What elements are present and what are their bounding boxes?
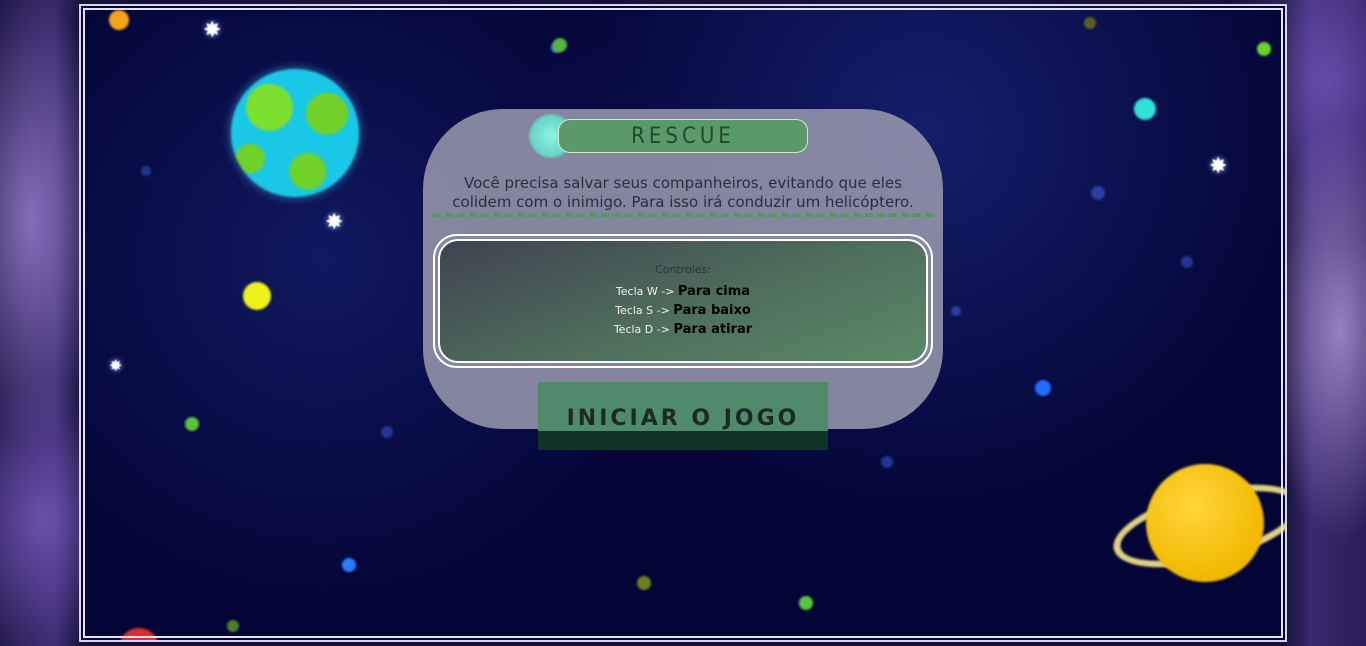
control-key: Tecla D ->: [613, 323, 670, 336]
game-frame: ✸ ✸ ✸ ✸ RESCUE Você precisa salvar seus …: [79, 4, 1287, 642]
star-icon: ✸: [325, 210, 344, 235]
star-dot: [1091, 186, 1105, 200]
controls-panel: Controles: Tecla W -> Para cima Tecla S …: [438, 239, 928, 363]
controls-title: Controles:: [655, 263, 711, 276]
star-dot: [243, 282, 271, 310]
star-icon: ✸: [109, 356, 123, 375]
control-item: Tecla W -> Para cima: [616, 282, 750, 301]
star-dot: [109, 10, 129, 30]
planet-earth-icon: [231, 69, 359, 197]
game-description: Você precisa salvar seus companheiros, e…: [452, 174, 914, 211]
star-dot: [1035, 380, 1051, 396]
star-dot: [1134, 98, 1156, 120]
control-action: Para atirar: [673, 322, 753, 337]
control-key: Tecla S ->: [615, 304, 670, 317]
control-item: Tecla S -> Para baixo: [615, 301, 751, 320]
planet-saturn-icon: [1146, 464, 1264, 582]
control-item: Tecla D -> Para atirar: [614, 320, 752, 339]
planet-red-icon: [119, 628, 159, 640]
star-dot: [227, 620, 239, 632]
title-badge: RESCUE: [558, 119, 808, 153]
star-dot: [381, 426, 393, 438]
start-game-button[interactable]: INICIAR O JOGO: [538, 382, 828, 450]
star-dot: [799, 596, 813, 610]
star-dot: [553, 38, 567, 52]
star-icon: ✸: [203, 18, 222, 43]
start-game-label: INICIAR O JOGO: [566, 405, 800, 431]
star-dot: [1181, 256, 1193, 268]
controls-box: Controles: Tecla W -> Para cima Tecla S …: [433, 234, 933, 368]
star-dot: [881, 456, 893, 468]
star-dot: [1084, 17, 1096, 29]
game-title: RESCUE: [631, 123, 735, 149]
star-icon: ✸: [1209, 154, 1228, 179]
control-action: Para cima: [677, 284, 751, 299]
star-dot: [1257, 42, 1271, 56]
control-action: Para baixo: [673, 303, 751, 318]
star-dot: [342, 558, 356, 572]
divider: [433, 213, 933, 217]
star-dot: [951, 306, 961, 316]
star-dot: [185, 417, 199, 431]
menu-panel: RESCUE Você precisa salvar seus companhe…: [423, 109, 943, 429]
control-key: Tecla W ->: [615, 285, 675, 298]
star-dot: [637, 576, 651, 590]
star-dot: [141, 166, 151, 176]
